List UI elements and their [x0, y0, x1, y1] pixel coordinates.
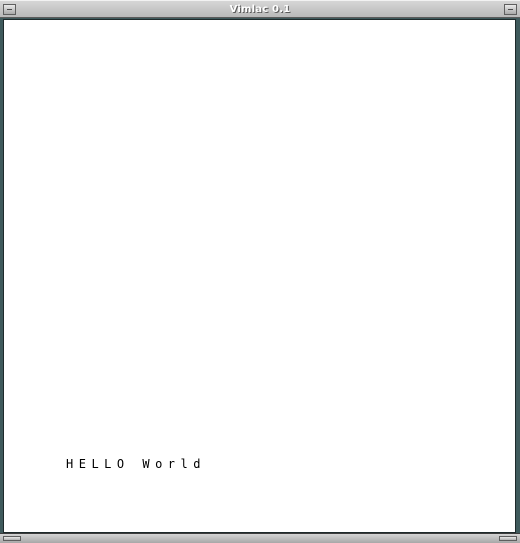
resize-handle-right[interactable] — [499, 536, 517, 541]
title-bar[interactable]: Vimlac 0.1 — [0, 0, 520, 18]
display-text: HELLO World — [66, 457, 206, 471]
window-title: Vimlac 0.1 — [229, 3, 291, 15]
app-window: Vimlac 0.1 HELLO World — [0, 0, 520, 543]
window-bottom-frame — [0, 533, 520, 543]
display-canvas[interactable]: HELLO World — [3, 19, 516, 533]
resize-handle-left[interactable] — [3, 536, 21, 541]
window-menu-button[interactable] — [3, 4, 16, 15]
window-shade-button[interactable] — [504, 4, 517, 15]
